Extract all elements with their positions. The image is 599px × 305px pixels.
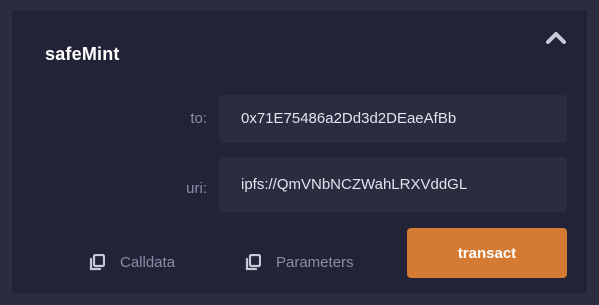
transact-button[interactable]: transact — [407, 228, 567, 278]
function-name: safeMint — [45, 44, 120, 64]
calldata-label: Calldata — [120, 254, 176, 271]
uri-input-value: ipfs://QmVNbNCZWahLRXVddGL — [241, 176, 468, 193]
function-header[interactable]: safeMint — [12, 10, 585, 90]
calldata-button[interactable]: Calldata — [89, 254, 175, 271]
chevron-up-icon[interactable] — [545, 30, 567, 46]
to-label: to: — [190, 110, 207, 127]
to-input[interactable]: 0x71E75486a2Dd3d2DEaeAfBb — [219, 95, 567, 143]
copy-icon — [89, 254, 105, 271]
parameters-label: Parameters — [276, 254, 354, 271]
to-input-value: 0x71E75486a2Dd3d2DEaeAfBb — [241, 110, 457, 127]
function-panel: safeMint to: 0x71E75486a2Dd3d2DEaeAfBb u… — [12, 10, 586, 293]
parameters-button[interactable]: Parameters — [245, 254, 354, 271]
uri-label: uri: — [186, 180, 207, 197]
uri-input[interactable]: ipfs://QmVNbNCZWahLRXVddGL — [219, 157, 567, 212]
copy-icon — [245, 254, 261, 271]
